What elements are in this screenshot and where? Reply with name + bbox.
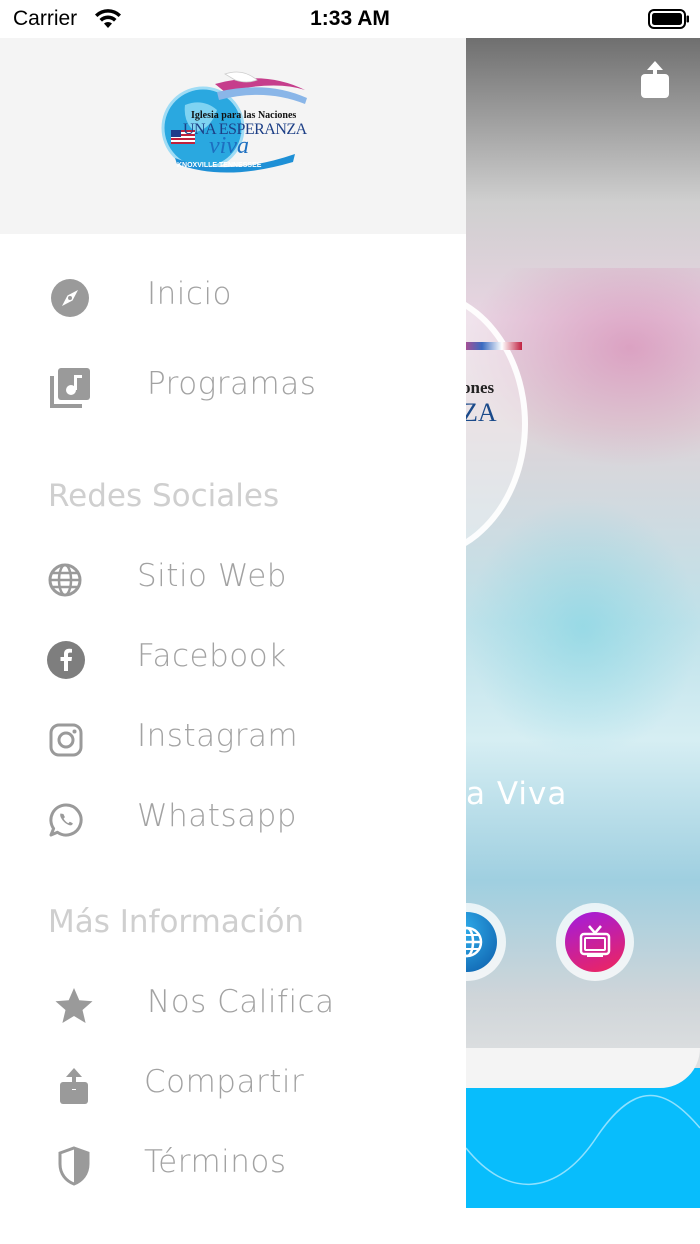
church-logo: Iglesia para las Naciones UNA ESPERANZA … [155,70,309,180]
menu-item-nos-califica[interactable]: Nos Califica [0,974,466,1034]
background-title: a Viva [466,776,568,812]
share-icon[interactable] [639,60,671,104]
background-logo-text-large: ZA [466,398,497,427]
menu-label-programas: Programas [147,366,317,402]
website-button[interactable] [466,903,506,981]
share-icon [58,1066,98,1106]
logo-text-viva: viva [209,133,249,159]
logo-flag-stripe [466,342,522,350]
background-bottom-bar [466,1068,700,1208]
status-bar: Carrier 1:33 AM [0,0,700,38]
section-header-redes-sociales: Redes Sociales [48,478,280,514]
music-library-icon [50,368,90,408]
background-card-edge [466,1048,700,1088]
home-indicator-area [0,1208,700,1244]
facebook-icon [46,640,86,680]
section-header-mas-informacion: Más Información [48,904,305,940]
menu-label-facebook: Facebook [137,638,287,674]
menu-item-inicio[interactable]: Inicio [0,266,466,326]
status-time: 1:33 AM [310,7,390,30]
menu-item-instagram[interactable]: Instagram [0,708,466,768]
menu-item-facebook[interactable]: Facebook [0,628,466,688]
battery-icon [648,9,689,29]
background-blur-cyan [466,498,700,758]
menu-item-whatsapp[interactable]: Whatsapp [0,788,466,848]
globe-icon [47,562,87,602]
tv-icon [565,912,625,972]
whatsapp-icon [48,802,88,842]
shield-icon [58,1146,98,1186]
star-icon [54,986,94,1026]
background-main-screen: ones ZA a Viva [466,38,700,1208]
logo-text-iglesia: Iglesia para las Naciones [191,110,297,121]
menu-item-sitio-web[interactable]: Sitio Web [0,548,466,608]
menu-label-inicio: Inicio [147,276,233,312]
menu-label-compartir: Compartir [144,1064,305,1100]
menu-label-whatsapp: Whatsapp [137,798,297,834]
globe-icon [466,912,497,972]
menu-item-terminos[interactable]: Términos [0,1134,466,1194]
menu-label-instagram: Instagram [137,718,299,754]
menu-item-compartir[interactable]: Compartir [0,1054,466,1114]
menu-item-programas[interactable]: Programas [0,356,466,416]
tv-button[interactable] [556,903,634,981]
drawer-header: Iglesia para las Naciones UNA ESPERANZA … [0,38,466,234]
menu-label-sitio-web: Sitio Web [137,558,287,594]
menu-label-nos-califica: Nos Califica [147,984,335,1020]
side-drawer: Iglesia para las Naciones UNA ESPERANZA … [0,38,466,1208]
menu-label-terminos: Términos [144,1144,287,1180]
background-logo-text: ones [466,378,495,397]
logo-text-location: KNOXVILLE TENNESSEE [177,162,262,169]
instagram-icon [48,722,88,762]
compass-icon [50,278,90,318]
